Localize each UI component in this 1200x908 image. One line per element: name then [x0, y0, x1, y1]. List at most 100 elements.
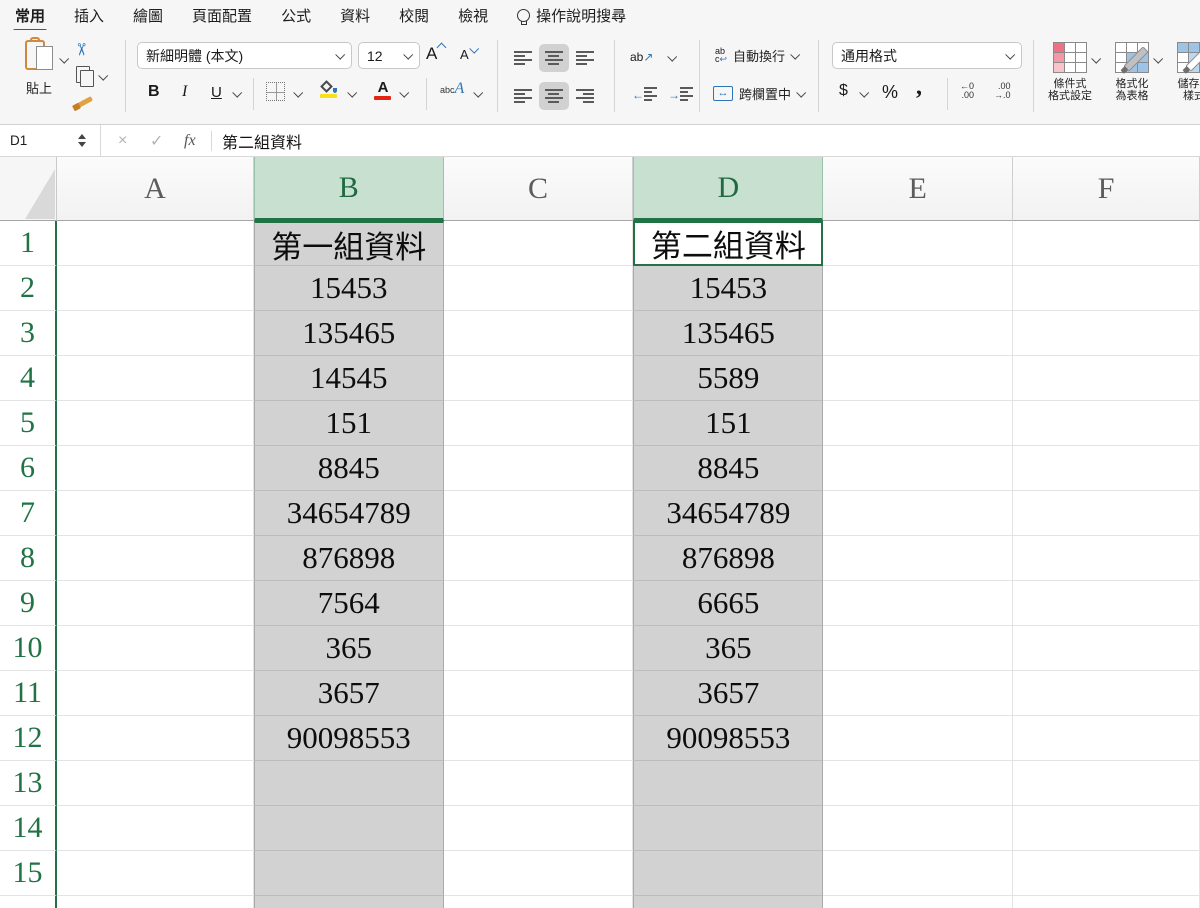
menu-tab-插入[interactable]: 插入 [74, 5, 104, 26]
fill-color-chevron-icon[interactable] [347, 88, 357, 98]
copy-chevron-icon[interactable] [98, 71, 108, 81]
cell-F3[interactable] [1013, 311, 1200, 356]
cut-button[interactable]: ✂ [74, 41, 88, 60]
cell-C1[interactable] [444, 221, 634, 266]
cell-styles-button[interactable]: 儲存格樣式 [1170, 42, 1200, 102]
align-center-button[interactable] [539, 82, 569, 110]
cell-B6[interactable]: 8845 [254, 446, 444, 491]
underline-button[interactable]: U [211, 84, 222, 101]
comma-style-button[interactable]: , [916, 74, 922, 101]
cell-D14[interactable] [633, 806, 823, 851]
cell-A4[interactable] [57, 356, 254, 401]
align-left-button[interactable] [508, 82, 538, 110]
copy-button[interactable] [76, 66, 90, 88]
cell-B8[interactable]: 876898 [254, 536, 444, 581]
row-number-11[interactable]: 11 [0, 671, 57, 716]
cell-C7[interactable] [444, 491, 634, 536]
cell-E9[interactable] [823, 581, 1013, 626]
grow-font-button[interactable]: A [426, 44, 445, 64]
menu-tab-繪圖[interactable]: 繪圖 [133, 5, 163, 26]
decrease-decimal-button[interactable]: .00 →.0 [994, 82, 1011, 100]
cancel-button[interactable]: × [118, 125, 127, 156]
row-number-12[interactable]: 12 [0, 716, 57, 761]
cell-F2[interactable] [1013, 266, 1200, 311]
cell-E1[interactable] [823, 221, 1013, 266]
cell-A16[interactable] [57, 896, 254, 908]
cell-E3[interactable] [823, 311, 1013, 356]
cell-C11[interactable] [444, 671, 634, 716]
cell-D10[interactable]: 365 [633, 626, 823, 671]
cell-B3[interactable]: 135465 [254, 311, 444, 356]
cell-E8[interactable] [823, 536, 1013, 581]
cell-B13[interactable] [254, 761, 444, 806]
cell-A13[interactable] [57, 761, 254, 806]
cell-A11[interactable] [57, 671, 254, 716]
shrink-font-button[interactable]: A [460, 46, 477, 64]
cell-B9[interactable]: 7564 [254, 581, 444, 626]
cell-B15[interactable] [254, 851, 444, 896]
cell-F8[interactable] [1013, 536, 1200, 581]
cell-E16[interactable] [823, 896, 1013, 908]
cell-A12[interactable] [57, 716, 254, 761]
cell-A15[interactable] [57, 851, 254, 896]
increase-indent-button[interactable]: → [668, 86, 693, 104]
menu-tab-資料[interactable]: 資料 [340, 5, 370, 26]
cell-F6[interactable] [1013, 446, 1200, 491]
increase-decimal-button[interactable]: ←0 .00 [960, 82, 974, 100]
column-header-B[interactable]: B [254, 157, 444, 221]
cell-C10[interactable] [444, 626, 634, 671]
cell-F9[interactable] [1013, 581, 1200, 626]
menu-tab-常用[interactable]: 常用 [15, 5, 45, 26]
cell-B14[interactable] [254, 806, 444, 851]
name-box[interactable]: D1 [0, 125, 100, 156]
format-painter-button[interactable] [73, 94, 95, 115]
cell-A6[interactable] [57, 446, 254, 491]
cell-E15[interactable] [823, 851, 1013, 896]
orientation-chevron-icon[interactable] [667, 52, 677, 62]
cell-A2[interactable] [57, 266, 254, 311]
cell-C12[interactable] [444, 716, 634, 761]
cell-E6[interactable] [823, 446, 1013, 491]
cell-F11[interactable] [1013, 671, 1200, 716]
wrap-text-button[interactable]: abc↩ 自動換行 [715, 46, 798, 65]
decrease-indent-button[interactable]: ← [632, 86, 657, 104]
row-number-9[interactable]: 9 [0, 581, 57, 626]
conditional-formatting-button[interactable]: 條件式格式設定 [1046, 42, 1094, 102]
cell-D15[interactable] [633, 851, 823, 896]
cell-B5[interactable]: 151 [254, 401, 444, 446]
cell-E5[interactable] [823, 401, 1013, 446]
cell-C9[interactable] [444, 581, 634, 626]
cell-D4[interactable]: 5589 [633, 356, 823, 401]
paste-button[interactable]: 貼上 [16, 38, 62, 97]
row-number-1[interactable]: 1 [0, 221, 57, 266]
cell-D13[interactable] [633, 761, 823, 806]
cell-A9[interactable] [57, 581, 254, 626]
cell-F16[interactable] [1013, 896, 1200, 908]
align-bottom-button[interactable] [570, 44, 600, 72]
cell-D5[interactable]: 151 [633, 401, 823, 446]
font-color-button[interactable]: A [374, 79, 392, 97]
cell-B11[interactable]: 3657 [254, 671, 444, 716]
select-all-corner[interactable] [0, 157, 57, 221]
cell-D12[interactable]: 90098553 [633, 716, 823, 761]
merge-center-button[interactable]: ↔ 跨欄置中 [713, 84, 804, 103]
cell-D9[interactable]: 6665 [633, 581, 823, 626]
cell-F4[interactable] [1013, 356, 1200, 401]
strikethrough-button[interactable]: abcA [440, 80, 464, 98]
bold-button[interactable]: B [148, 83, 160, 101]
menu-tab-檢視[interactable]: 檢視 [458, 5, 488, 26]
cell-B10[interactable]: 365 [254, 626, 444, 671]
help-search[interactable]: 操作說明搜尋 [517, 5, 626, 26]
row-number-6[interactable]: 6 [0, 446, 57, 491]
cell-A5[interactable] [57, 401, 254, 446]
cell-A1[interactable] [57, 221, 254, 266]
cell-A3[interactable] [57, 311, 254, 356]
cell-E4[interactable] [823, 356, 1013, 401]
cell-B16[interactable] [254, 896, 444, 908]
cell-C16[interactable] [444, 896, 634, 908]
row-number-14[interactable]: 14 [0, 806, 57, 851]
cell-F13[interactable] [1013, 761, 1200, 806]
borders-button[interactable] [266, 82, 285, 101]
cell-E12[interactable] [823, 716, 1013, 761]
borders-chevron-icon[interactable] [293, 88, 303, 98]
